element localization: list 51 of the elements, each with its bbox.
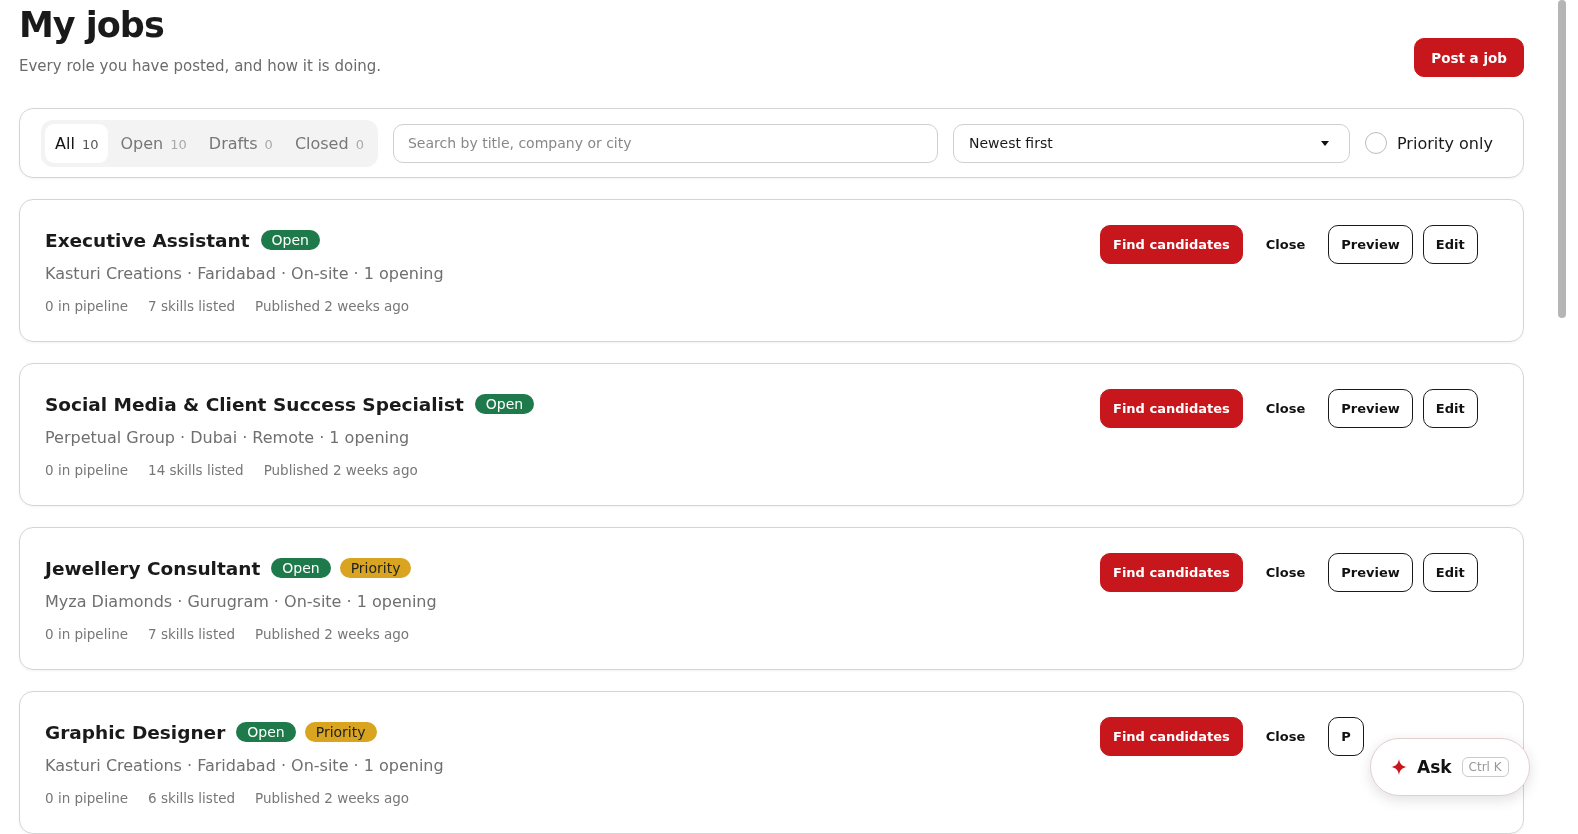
job-meta: Kasturi Creations · Faridabad · On-site · 1 opening <box>45 264 444 283</box>
sort-dropdown[interactable]: Newest first <box>953 123 1350 163</box>
job-title: Graphic Designer <box>45 721 226 743</box>
caret-icon <box>1321 140 1329 146</box>
priority-badge: Priority <box>304 722 377 742</box>
outline-button[interactable]: Edit <box>1422 225 1478 264</box>
job-stat: 0 in pipeline <box>45 790 129 806</box>
job-title: Jewellery Consultant <box>45 557 261 579</box>
job-meta: Myza Diamonds · Gurugram · On-site · 1 opening <box>45 592 437 611</box>
filter-tab[interactable]: Open 10 <box>110 123 197 163</box>
sparkle-icon <box>1391 759 1407 775</box>
priority-label: Priority only <box>1397 133 1493 153</box>
status-badge: Open <box>260 230 320 250</box>
post-job-button[interactable]: Post a job <box>1414 38 1524 77</box>
job-stat: 14 skills listed <box>148 462 244 478</box>
find-candidates-button[interactable]: Find candidates <box>1100 553 1243 592</box>
job-stat: 0 in pipeline <box>45 298 129 314</box>
outline-button[interactable]: Preview <box>1328 553 1413 592</box>
ask-button[interactable]: Ask Ctrl K <box>1370 738 1530 796</box>
status-badge: Open <box>236 722 296 742</box>
find-candidates-button[interactable]: Find candidates <box>1100 389 1243 428</box>
outline-button[interactable]: Preview <box>1328 225 1413 264</box>
page-subtitle: Every role you have posted, and how it is doing. <box>19 56 382 76</box>
job-stat: 6 skills listed <box>148 790 236 806</box>
outline-button[interactable]: Edit <box>1422 389 1478 428</box>
filter-tab[interactable]: All 10 <box>45 123 109 163</box>
job-meta: Kasturi Creations · Faridabad · On-site · 1 opening <box>45 756 444 775</box>
filter-tab[interactable]: Closed 0 <box>284 123 374 163</box>
find-candidates-button[interactable]: Find candidates <box>1100 225 1243 264</box>
job-meta: Perpetual Group · Dubai · Remote · 1 opening <box>45 428 411 447</box>
filter-tab[interactable]: Drafts 0 <box>198 123 283 163</box>
search-field[interactable]: Search by title, company or city <box>393 123 938 163</box>
outline-button[interactable]: P <box>1328 717 1364 756</box>
job-title: Social Media & Client Success Specialist <box>45 393 464 415</box>
priority-badge: Priority <box>339 558 412 578</box>
job-stat: 0 in pipeline <box>45 462 129 478</box>
job-stat: Published 2 weeks ago <box>255 298 410 314</box>
status-badge: Open <box>474 394 535 414</box>
outline-button[interactable]: Preview <box>1328 389 1413 428</box>
job-stat: Published 2 weeks ago <box>255 626 410 642</box>
status-badge: Open <box>271 558 331 578</box>
shortcut-hint: Ctrl K <box>1461 757 1509 777</box>
outline-button[interactable]: Edit <box>1422 553 1478 592</box>
job-stat: Published 2 weeks ago <box>255 790 410 806</box>
job-stat: 7 skills listed <box>148 626 236 642</box>
find-candidates-button[interactable]: Find candidates <box>1100 717 1243 756</box>
job-stat: 0 in pipeline <box>45 626 129 642</box>
job-stat: 7 skills listed <box>148 298 236 314</box>
job-stat: Published 2 weeks ago <box>263 462 418 478</box>
page-title: My jobs <box>19 4 165 46</box>
job-title: Executive Assistant <box>45 229 250 251</box>
